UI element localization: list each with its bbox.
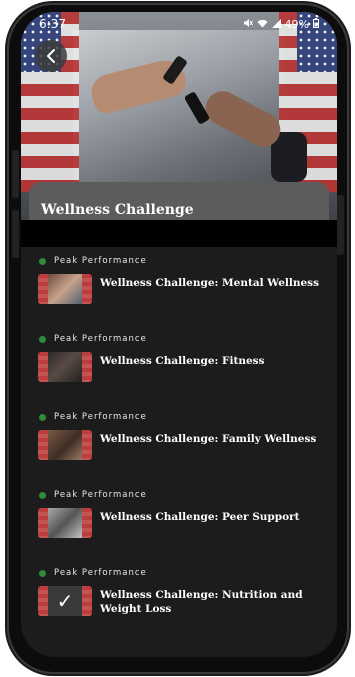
source-dot-icon <box>39 257 46 265</box>
source-label: Peak Performance <box>54 334 147 344</box>
list-item-fitness[interactable]: Peak Performance Wellness Challenge: Fit… <box>21 330 337 408</box>
item-thumbnail[interactable] <box>38 508 92 538</box>
wifi-icon <box>257 18 268 31</box>
chevron-left-icon <box>47 49 55 63</box>
page-title: Wellness Challenge <box>41 202 194 218</box>
challenge-list: Peak Performance Wellness Challenge: Men… <box>21 252 337 642</box>
item-title[interactable]: Wellness Challenge: Peer Support <box>100 510 332 524</box>
item-thumbnail[interactable] <box>38 430 92 460</box>
source-dot-icon <box>39 491 46 499</box>
battery-icon <box>313 17 319 31</box>
status-bar: 6:37 49% <box>21 12 337 36</box>
item-thumbnail[interactable]: ✓ <box>38 586 92 616</box>
app-screen: 6:37 49% Wellness Challenge Peak Perform… <box>21 12 337 657</box>
list-item-family-wellness[interactable]: Peak Performance Wellness Challenge: Fam… <box>21 408 337 486</box>
battery-percent: 49% <box>284 17 309 31</box>
list-item-peer-support[interactable]: Peak Performance Wellness Challenge: Pee… <box>21 486 337 564</box>
source-label: Peak Performance <box>54 256 147 266</box>
item-title[interactable]: Wellness Challenge: Nutrition and Weight… <box>100 588 332 616</box>
item-source: Peak Performance <box>39 490 147 500</box>
source-dot-icon <box>39 335 46 343</box>
list-item-nutrition[interactable]: Peak Performance ✓ Wellness Challenge: N… <box>21 564 337 642</box>
power-button <box>337 195 344 255</box>
item-title[interactable]: Wellness Challenge: Family Wellness <box>100 432 332 446</box>
status-time: 6:37 <box>39 17 66 31</box>
source-label: Peak Performance <box>54 490 147 500</box>
item-source: Peak Performance <box>39 256 147 266</box>
item-source: Peak Performance <box>39 568 147 578</box>
checkmark-icon: ✓ <box>48 586 82 616</box>
source-dot-icon <box>39 569 46 577</box>
source-label: Peak Performance <box>54 568 147 578</box>
back-button[interactable] <box>35 40 67 72</box>
item-source: Peak Performance <box>39 334 147 344</box>
source-label: Peak Performance <box>54 412 147 422</box>
item-source: Peak Performance <box>39 412 147 422</box>
item-thumbnail[interactable] <box>38 352 92 382</box>
volume-up-button <box>12 150 19 198</box>
flag-left <box>21 12 79 192</box>
status-icons: 49% <box>243 17 319 31</box>
mute-icon <box>243 18 253 31</box>
list-item-mental-wellness[interactable]: Peak Performance Wellness Challenge: Men… <box>21 252 337 330</box>
item-title[interactable]: Wellness Challenge: Mental Wellness <box>100 276 332 290</box>
title-bar: Wellness Challenge <box>29 182 329 220</box>
item-thumbnail[interactable] <box>38 274 92 304</box>
volume-down-button <box>12 210 19 258</box>
source-dot-icon <box>39 413 46 421</box>
header-divider <box>21 220 337 247</box>
signal-icon <box>271 18 281 31</box>
item-title[interactable]: Wellness Challenge: Fitness <box>100 354 332 368</box>
